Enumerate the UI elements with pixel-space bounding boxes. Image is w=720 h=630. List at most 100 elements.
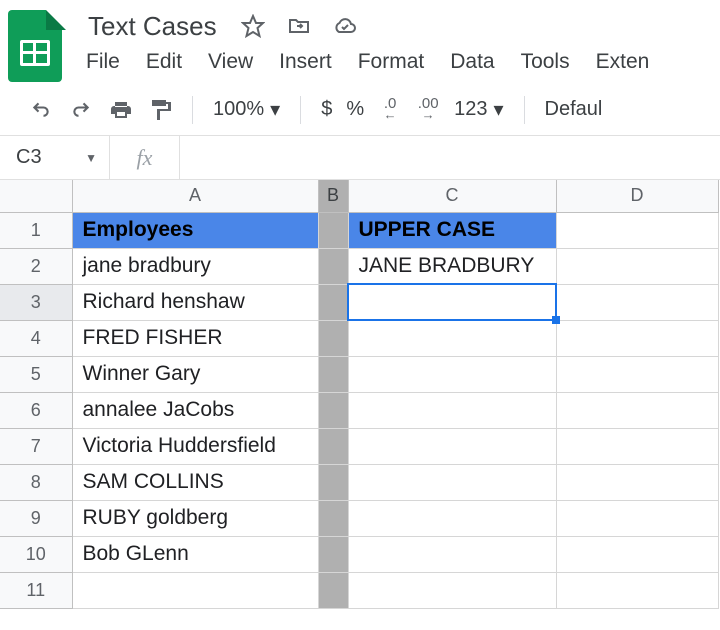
- undo-icon[interactable]: [28, 96, 54, 124]
- row-header-6[interactable]: 6: [0, 392, 72, 428]
- name-box[interactable]: C3 ▼: [0, 136, 110, 179]
- zoom-value: 100%: [213, 98, 264, 121]
- cell-A5[interactable]: Winner Gary: [72, 356, 318, 392]
- row-header-1[interactable]: 1: [0, 212, 72, 248]
- fx-icon: fx: [110, 136, 180, 179]
- toolbar-separator: [192, 96, 193, 124]
- cell-A11[interactable]: [72, 572, 318, 608]
- font-select[interactable]: Defaul: [545, 98, 603, 121]
- cell-B10[interactable]: [318, 536, 348, 572]
- doc-title[interactable]: Text Cases: [84, 9, 221, 44]
- format-currency-button[interactable]: $: [321, 98, 332, 121]
- row-header-2[interactable]: 2: [0, 248, 72, 284]
- chevron-down-icon: ▼: [85, 151, 97, 165]
- cell-C4[interactable]: [348, 320, 556, 356]
- cell-D9[interactable]: [556, 500, 718, 536]
- cell-B8[interactable]: [318, 464, 348, 500]
- cell-D7[interactable]: [556, 428, 718, 464]
- cell-B1[interactable]: [318, 212, 348, 248]
- name-box-value: C3: [16, 146, 42, 169]
- redo-icon[interactable]: [68, 96, 94, 124]
- spreadsheet-grid[interactable]: A B C D 1 Employees UPPER CASE 2 jane br…: [0, 180, 720, 609]
- menu-extensions[interactable]: Exten: [596, 50, 650, 74]
- cell-D11[interactable]: [556, 572, 718, 608]
- star-icon[interactable]: [239, 12, 267, 40]
- cell-C1[interactable]: UPPER CASE: [348, 212, 556, 248]
- cell-C2[interactable]: JANE BRADBURY: [348, 248, 556, 284]
- cloud-status-icon[interactable]: [331, 12, 359, 40]
- cell-A10[interactable]: Bob GLenn: [72, 536, 318, 572]
- cell-D10[interactable]: [556, 536, 718, 572]
- cell-D5[interactable]: [556, 356, 718, 392]
- formula-row: C3 ▼ fx: [0, 136, 720, 180]
- print-icon[interactable]: [108, 96, 134, 124]
- cell-C10[interactable]: [348, 536, 556, 572]
- cell-C6[interactable]: [348, 392, 556, 428]
- zoom-select[interactable]: 100% ▾: [213, 97, 280, 122]
- menu-insert[interactable]: Insert: [279, 50, 332, 74]
- cell-C8[interactable]: [348, 464, 556, 500]
- cell-D8[interactable]: [556, 464, 718, 500]
- menu-file[interactable]: File: [86, 50, 120, 74]
- row-header-4[interactable]: 4: [0, 320, 72, 356]
- cell-C3[interactable]: [348, 284, 556, 320]
- cell-B2[interactable]: [318, 248, 348, 284]
- number-format-label: 123: [454, 98, 487, 121]
- row-header-5[interactable]: 5: [0, 356, 72, 392]
- number-format-select[interactable]: 123 ▾: [454, 97, 503, 122]
- paint-format-icon[interactable]: [148, 96, 172, 124]
- cell-B7[interactable]: [318, 428, 348, 464]
- cell-B3[interactable]: [318, 284, 348, 320]
- cell-D1[interactable]: [556, 212, 718, 248]
- row-header-9[interactable]: 9: [0, 500, 72, 536]
- increase-decimal-button[interactable]: .00 →: [416, 96, 440, 124]
- menu-data[interactable]: Data: [450, 50, 494, 74]
- chevron-down-icon: ▾: [494, 97, 504, 122]
- cell-B6[interactable]: [318, 392, 348, 428]
- col-header-A[interactable]: A: [72, 180, 318, 212]
- cell-A6[interactable]: annalee JaCobs: [72, 392, 318, 428]
- selection-fill-handle[interactable]: [552, 316, 560, 324]
- cell-D2[interactable]: [556, 248, 718, 284]
- cell-A9[interactable]: RUBY goldberg: [72, 500, 318, 536]
- cell-A2[interactable]: jane bradbury: [72, 248, 318, 284]
- cell-B11[interactable]: [318, 572, 348, 608]
- menu-view[interactable]: View: [208, 50, 253, 74]
- col-header-C[interactable]: C: [348, 180, 556, 212]
- cell-D3[interactable]: [556, 284, 718, 320]
- row-header-10[interactable]: 10: [0, 536, 72, 572]
- menu-edit[interactable]: Edit: [146, 50, 182, 74]
- menu-tools[interactable]: Tools: [521, 50, 570, 74]
- row-header-8[interactable]: 8: [0, 464, 72, 500]
- move-folder-icon[interactable]: [285, 12, 313, 40]
- cell-C7[interactable]: [348, 428, 556, 464]
- format-percent-button[interactable]: %: [346, 98, 364, 121]
- cell-C11[interactable]: [348, 572, 556, 608]
- sheets-logo-icon: [8, 10, 66, 82]
- cell-A3[interactable]: Richard henshaw: [72, 284, 318, 320]
- cell-D4[interactable]: [556, 320, 718, 356]
- col-header-B[interactable]: B: [318, 180, 348, 212]
- row-header-7[interactable]: 7: [0, 428, 72, 464]
- cell-A1[interactable]: Employees: [72, 212, 318, 248]
- app-header: Text Cases File Edit View Insert Format …: [0, 0, 720, 84]
- col-header-D[interactable]: D: [556, 180, 718, 212]
- cell-B9[interactable]: [318, 500, 348, 536]
- cell-A4[interactable]: FRED FISHER: [72, 320, 318, 356]
- cell-C9[interactable]: [348, 500, 556, 536]
- cell-A8[interactable]: SAM COLLINS: [72, 464, 318, 500]
- cell-A7[interactable]: Victoria Huddersfield: [72, 428, 318, 464]
- menu-bar: File Edit View Insert Format Data Tools …: [84, 44, 720, 84]
- title-wrap: Text Cases File Edit View Insert Format …: [84, 8, 720, 84]
- select-all-corner[interactable]: [0, 180, 72, 212]
- row-header-3[interactable]: 3: [0, 284, 72, 320]
- menu-format[interactable]: Format: [358, 50, 425, 74]
- cell-D6[interactable]: [556, 392, 718, 428]
- cell-B5[interactable]: [318, 356, 348, 392]
- decrease-decimal-button[interactable]: .0 ←: [378, 96, 402, 124]
- cell-B4[interactable]: [318, 320, 348, 356]
- chevron-down-icon: ▾: [270, 97, 280, 122]
- row-header-11[interactable]: 11: [0, 572, 72, 608]
- cell-C5[interactable]: [348, 356, 556, 392]
- toolbar: 100% ▾ $ % .0 ← .00 → 123 ▾ Defaul: [0, 84, 720, 136]
